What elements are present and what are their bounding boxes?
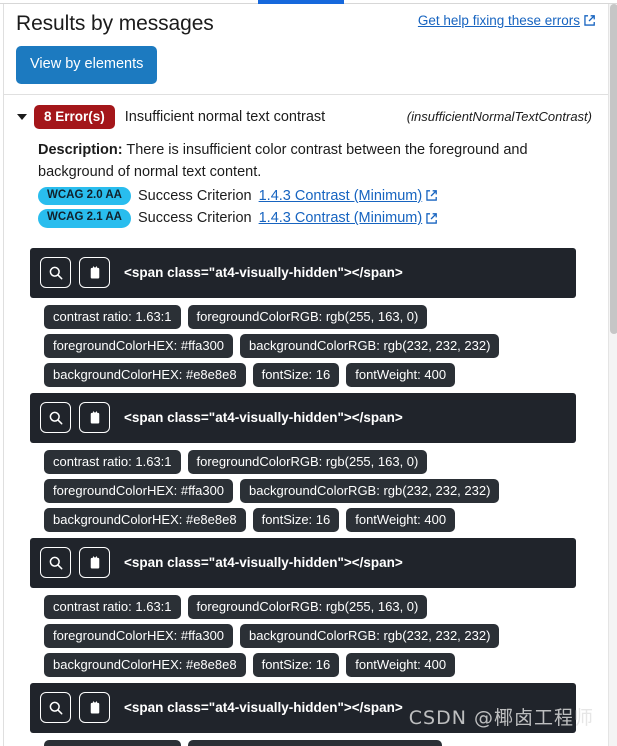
- property-tag: foregroundColorRGB: rgb(255, 163, 0): [187, 304, 428, 329]
- property-tag: foregroundColorRGB: rgb(255, 163, 0): [187, 594, 428, 619]
- result-card: <span class="at4-visually-hidden"></span…: [14, 537, 596, 677]
- search-icon: [48, 265, 64, 281]
- error-group-title: Insufficient normal text contrast: [124, 108, 326, 125]
- property-tag: foregroundColorHEX: #ffa300: [44, 478, 234, 503]
- property-tag: fontSize: 16: [252, 652, 340, 677]
- property-tag: backgroundColorRGB: rgb(232, 232, 232): [240, 623, 500, 648]
- external-link-icon: [425, 212, 438, 225]
- result-card-header: <span class="at4-visually-hidden"></span…: [30, 392, 576, 443]
- criterion-row: WCAG 2.0 AA Success Criterion 1.4.3 Cont…: [38, 186, 568, 205]
- tag-row: foregroundColorHEX: #ffa300 backgroundCol…: [44, 333, 576, 358]
- search-icon: [48, 555, 64, 571]
- tag-row: backgroundColorHEX: #e8e8e8 fontSize: 16 f…: [44, 507, 576, 532]
- description-label: Description:: [38, 141, 123, 158]
- search-icon-button[interactable]: [40, 692, 71, 723]
- search-icon: [48, 700, 64, 716]
- result-tag-rows: contrast ratio: 1.63:1 foregroundColorRGB…: [14, 443, 596, 532]
- description-text: Description: There is insufficient color…: [38, 139, 568, 183]
- search-icon-button[interactable]: [40, 547, 71, 578]
- tag-row: foregroundColorHEX: #ffa300 backgroundCol…: [44, 623, 576, 648]
- property-tag: backgroundColorRGB: rgb(232, 232, 232): [240, 333, 500, 358]
- property-tag: backgroundColorHEX: #e8e8e8: [44, 362, 246, 387]
- clipboard-icon: [87, 264, 103, 281]
- property-tag: foregroundColorHEX: #ffa300: [44, 623, 234, 648]
- tag-row: backgroundColorHEX: #e8e8e8 fontSize: 16 f…: [44, 652, 576, 677]
- error-group: 8 Error(s) Insufficient normal text cont…: [4, 95, 608, 746]
- property-tag: fontWeight: 400: [346, 362, 456, 387]
- criterion-link-wrap[interactable]: 1.4.3 Contrast (Minimum): [259, 210, 439, 226]
- result-tag-rows: contrast ratio: 1.63:1 foregroundColorRGB…: [14, 588, 596, 677]
- result-card-header: <span class="at4-visually-hidden"></span…: [30, 682, 576, 733]
- property-tag: foregroundColorHEX: #ffa300: [44, 333, 234, 358]
- results-header: Results by messages Get help fixing thes…: [4, 4, 608, 95]
- get-help-link-label: Get help fixing these errors: [417, 13, 580, 28]
- external-link-icon: [583, 14, 596, 27]
- result-card: <span class="at4-visually-hidden"></span…: [14, 392, 596, 532]
- criterion-link-wrap[interactable]: 1.4.3 Contrast (Minimum): [259, 188, 439, 204]
- copy-icon-button[interactable]: [79, 402, 110, 433]
- clipboard-icon: [87, 554, 103, 571]
- clipboard-icon: [87, 409, 103, 426]
- result-card-header: <span class="at4-visually-hidden"></span…: [30, 247, 576, 298]
- scrollbar-thumb[interactable]: [610, 4, 617, 334]
- property-tag: contrast ratio: 3.17:1: [44, 739, 181, 746]
- search-icon-button[interactable]: [40, 402, 71, 433]
- vertical-scrollbar[interactable]: [608, 4, 617, 746]
- tag-row: contrast ratio: 1.63:1 foregroundColorRGB…: [44, 449, 576, 474]
- property-tag: contrast ratio: 1.63:1: [44, 594, 181, 619]
- results-list: <span class="at4-visually-hidden"></span…: [14, 234, 596, 746]
- external-link-icon: [425, 189, 438, 202]
- property-tag: fontSize: 16: [252, 507, 340, 532]
- result-tag-rows: contrast ratio: 3.17:1 foregroundColorRGB…: [14, 733, 596, 746]
- tag-row: backgroundColorHEX: #e8e8e8 fontSize: 16 f…: [44, 362, 576, 387]
- property-tag: backgroundColorHEX: #e8e8e8: [44, 507, 246, 532]
- result-card: <span class="at4-visually-hidden"></span…: [14, 682, 596, 746]
- tag-row: foregroundColorHEX: #ffa300 backgroundCol…: [44, 478, 576, 503]
- criterion-row: WCAG 2.1 AA Success Criterion 1.4.3 Cont…: [38, 209, 568, 228]
- criterion-label: Success Criterion: [137, 187, 252, 204]
- tag-row: contrast ratio: 1.63:1 foregroundColorRGB…: [44, 594, 576, 619]
- property-tag: contrast ratio: 1.63:1: [44, 304, 181, 329]
- property-tag: contrast ratio: 1.63:1: [44, 449, 181, 474]
- property-tag: fontWeight: 400: [346, 507, 456, 532]
- criterion-link[interactable]: 1.4.3 Contrast (Minimum): [259, 210, 423, 226]
- property-tag: foregroundColorRGB: rgb(255, 163, 0): [187, 449, 428, 474]
- result-card-header: <span class="at4-visually-hidden"></span…: [30, 537, 576, 588]
- copy-icon-button[interactable]: [79, 547, 110, 578]
- property-tag: fontSize: 16: [252, 362, 340, 387]
- element-snippet: <span class="at4-visually-hidden"></span…: [124, 555, 403, 570]
- result-tag-rows: contrast ratio: 1.63:1 foregroundColorRGB…: [14, 298, 596, 387]
- clipboard-icon: [87, 699, 103, 716]
- caret-down-icon[interactable]: [14, 113, 30, 120]
- copy-icon-button[interactable]: [79, 692, 110, 723]
- wcag-badge: WCAG 2.0 AA: [38, 186, 131, 205]
- criterion-link[interactable]: 1.4.3 Contrast (Minimum): [259, 188, 423, 204]
- search-icon: [48, 410, 64, 426]
- copy-icon-button[interactable]: [79, 257, 110, 288]
- tag-row: contrast ratio: 3.17:1 foregroundColorRGB…: [44, 739, 576, 746]
- results-panel: Results by messages Get help fixing thes…: [3, 4, 608, 746]
- criterion-label: Success Criterion: [137, 210, 252, 227]
- element-snippet: <span class="at4-visually-hidden"></span…: [124, 265, 403, 280]
- get-help-link[interactable]: Get help fixing these errors: [418, 13, 596, 28]
- property-tag: fontWeight: 400: [346, 652, 456, 677]
- result-card: <span class="at4-visually-hidden"></span…: [14, 247, 596, 387]
- property-tag: foregroundColorRGB: rgb(255, 255, 255): [187, 739, 442, 746]
- description-block: Description: There is insufficient color…: [14, 129, 596, 234]
- property-tag: backgroundColorRGB: rgb(232, 232, 232): [240, 478, 500, 503]
- error-group-code: (insufficientNormalTextContrast): [406, 109, 592, 124]
- wcag-badge: WCAG 2.1 AA: [38, 209, 131, 228]
- view-by-elements-button[interactable]: View by elements: [16, 46, 158, 84]
- error-group-row[interactable]: 8 Error(s) Insufficient normal text cont…: [14, 104, 596, 129]
- element-snippet: <span class="at4-visually-hidden"></span…: [124, 410, 403, 425]
- search-icon-button[interactable]: [40, 257, 71, 288]
- error-count-badge: 8 Error(s): [34, 104, 115, 129]
- element-snippet: <span class="at4-visually-hidden"></span…: [124, 700, 403, 715]
- property-tag: backgroundColorHEX: #e8e8e8: [44, 652, 246, 677]
- tag-row: contrast ratio: 1.63:1 foregroundColorRGB…: [44, 304, 576, 329]
